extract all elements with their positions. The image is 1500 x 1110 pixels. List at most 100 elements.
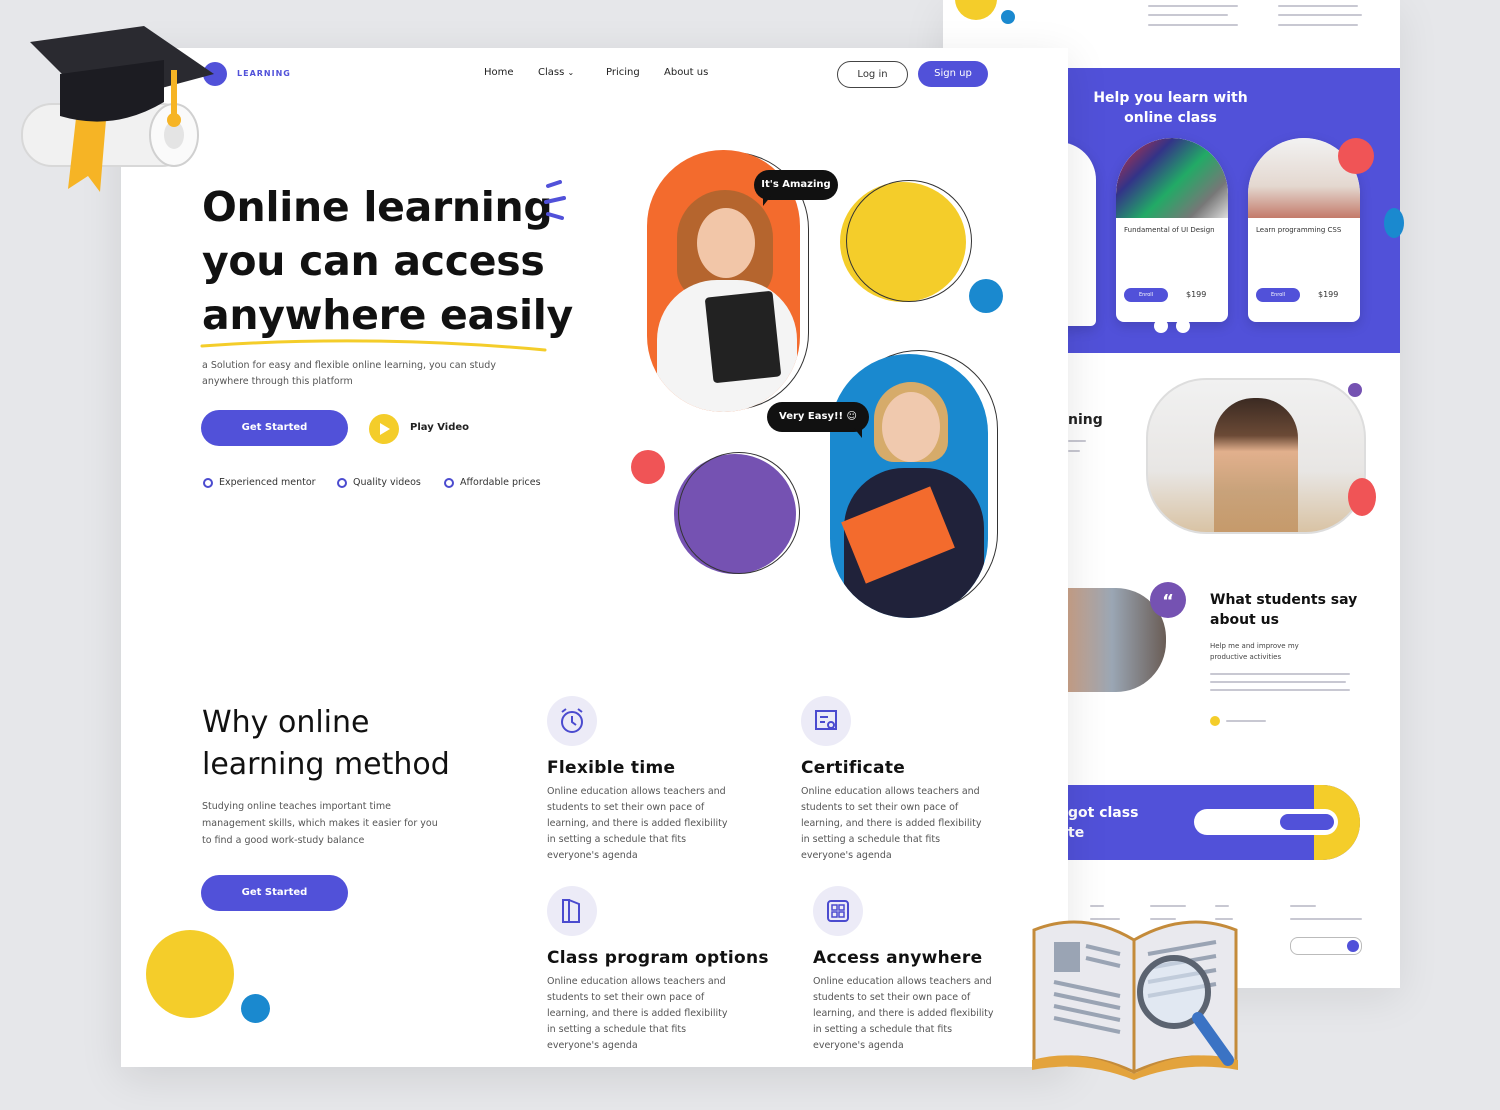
logo-text[interactable]: LEARNING (237, 69, 291, 78)
hero-title-line: you can access (202, 237, 545, 285)
red-circle-decoration (1348, 478, 1376, 516)
why-title: Why online learning method (202, 702, 450, 786)
text-placeholder (1068, 440, 1086, 442)
footer-text-placeholder (1148, 14, 1228, 16)
footer-send-button[interactable] (1347, 940, 1359, 952)
feature-desc-certificate: Online education allows teachers and stu… (801, 786, 982, 861)
student-photo-frame (1146, 378, 1366, 534)
play-triangle (380, 423, 390, 435)
red-circle-decoration (1338, 138, 1374, 174)
nav-link-pricing[interactable]: Pricing (606, 67, 640, 78)
check-label: Quality videos (353, 477, 421, 488)
graduation-cap-icon (21, 26, 214, 192)
student-face (882, 392, 940, 462)
quote-icon: “ (1150, 582, 1186, 618)
feature-title-certificate: Certificate (801, 758, 906, 778)
feature-desc-class-options: Online education allows teachers and stu… (547, 976, 728, 1051)
nav-link-class-label: Class (538, 67, 565, 78)
hero-title-line: anywhere easily (202, 291, 573, 339)
feature-check-prices: Affordable prices (444, 477, 541, 488)
text-placeholder (1068, 450, 1080, 452)
book-pages-icon (547, 886, 597, 936)
check-circle-icon (203, 478, 213, 488)
hero-title-line: Online learning (202, 183, 553, 231)
sparkle-accent-icon (544, 180, 566, 220)
reviewer-name-placeholder (1226, 720, 1266, 722)
carousel-dot[interactable] (1154, 319, 1168, 333)
purple-dot-decoration (1348, 383, 1362, 397)
open-book-magnifier-icon (1032, 920, 1238, 1080)
blue-circle-decoration (1384, 208, 1404, 238)
text-placeholder (1210, 689, 1350, 691)
student-face (697, 208, 755, 278)
title-underline-decoration (200, 339, 547, 352)
course-title: Learn programming CSS (1256, 226, 1342, 234)
newsletter-heading-line1: got class (1068, 805, 1139, 821)
course-price: $199 (1186, 290, 1207, 299)
student-photo-2 (830, 354, 988, 618)
nav-link-home[interactable]: Home (484, 67, 514, 78)
footer-text-placeholder (1278, 5, 1358, 7)
bubble-tail (854, 428, 862, 438)
nav-link-class[interactable]: Class ⌄ (538, 67, 574, 78)
testimonial-title: What students say about us (1210, 592, 1358, 628)
newsletter-email-input[interactable] (1194, 809, 1338, 835)
carousel-dot[interactable] (1176, 319, 1190, 333)
feature-desc-access: Online education allows teachers and stu… (813, 976, 994, 1051)
newsletter-subscribe-button[interactable] (1280, 814, 1334, 830)
alarm-clock-icon (547, 696, 597, 746)
why-title-line: learning method (202, 747, 450, 782)
student-headphones-photo (1214, 398, 1298, 532)
footer-link-placeholder (1290, 918, 1362, 920)
feature-check-mentor: Experienced mentor (203, 477, 316, 488)
text-placeholder (1210, 681, 1346, 683)
footer-heading-placeholder (1215, 905, 1229, 907)
blue-dot-decoration (969, 279, 1003, 313)
why-get-started-button[interactable]: Get Started (201, 875, 348, 911)
play-video-button[interactable]: Play Video (369, 414, 489, 444)
check-label: Experienced mentor (219, 477, 316, 488)
red-dot-decoration (631, 450, 665, 484)
hero-title: Online learning you can access anywhere … (202, 180, 573, 342)
footer-text-placeholder (1148, 5, 1238, 7)
section-heading-partial: ning (1068, 412, 1103, 428)
feature-title-flexible: Flexible time (547, 758, 676, 778)
course-title: Fundamental of UI Design (1124, 226, 1215, 234)
feature-title-class-options: Class program options (547, 948, 769, 968)
login-button[interactable]: Log in (837, 61, 908, 88)
why-description: Studying online teaches important time m… (202, 801, 438, 846)
promo-title: Help you learn with online class (1093, 90, 1248, 126)
why-title-line: Why online (202, 705, 370, 740)
student-folder (704, 290, 782, 384)
play-video-label: Play Video (410, 422, 469, 433)
newsletter-heading-partial: got class te (1068, 803, 1138, 843)
nav-link-about[interactable]: About us (664, 67, 708, 78)
feature-title-access: Access anywhere (813, 948, 983, 968)
course-card[interactable]: Fundamental of UI Design Enroll $199 (1116, 138, 1228, 322)
newsletter-banner: got class te (1068, 785, 1360, 860)
feature-desc-flexible: Online education allows teachers and stu… (547, 786, 728, 861)
hero-get-started-button[interactable]: Get Started (201, 410, 348, 446)
footer-heading-placeholder (1150, 905, 1186, 907)
footer-text-placeholder (1278, 24, 1358, 26)
text-placeholder (1210, 673, 1350, 675)
circle-outline-decoration (846, 180, 972, 302)
check-circle-icon (444, 478, 454, 488)
course-enroll-button[interactable]: Enroll (1256, 288, 1300, 302)
bubble-tail (763, 196, 771, 206)
reviewer-avatar (1210, 716, 1220, 726)
course-enroll-button[interactable]: Enroll (1124, 288, 1168, 302)
certificate-icon (801, 696, 851, 746)
footer-email-input[interactable] (1290, 937, 1362, 955)
footer-text-placeholder (1278, 14, 1362, 16)
play-icon (369, 414, 399, 444)
signup-button[interactable]: Sign up (918, 61, 988, 87)
feature-check-videos: Quality videos (337, 477, 421, 488)
testimonial-subtitle: Help me and improve my productive activi… (1210, 642, 1299, 661)
check-label: Affordable prices (460, 477, 541, 488)
footer-heading-placeholder (1290, 905, 1316, 907)
blue-dot-decoration (241, 994, 270, 1023)
devices-icon (813, 886, 863, 936)
yellow-blob-decoration (146, 930, 234, 1018)
newsletter-heading-line2: te (1068, 825, 1085, 841)
